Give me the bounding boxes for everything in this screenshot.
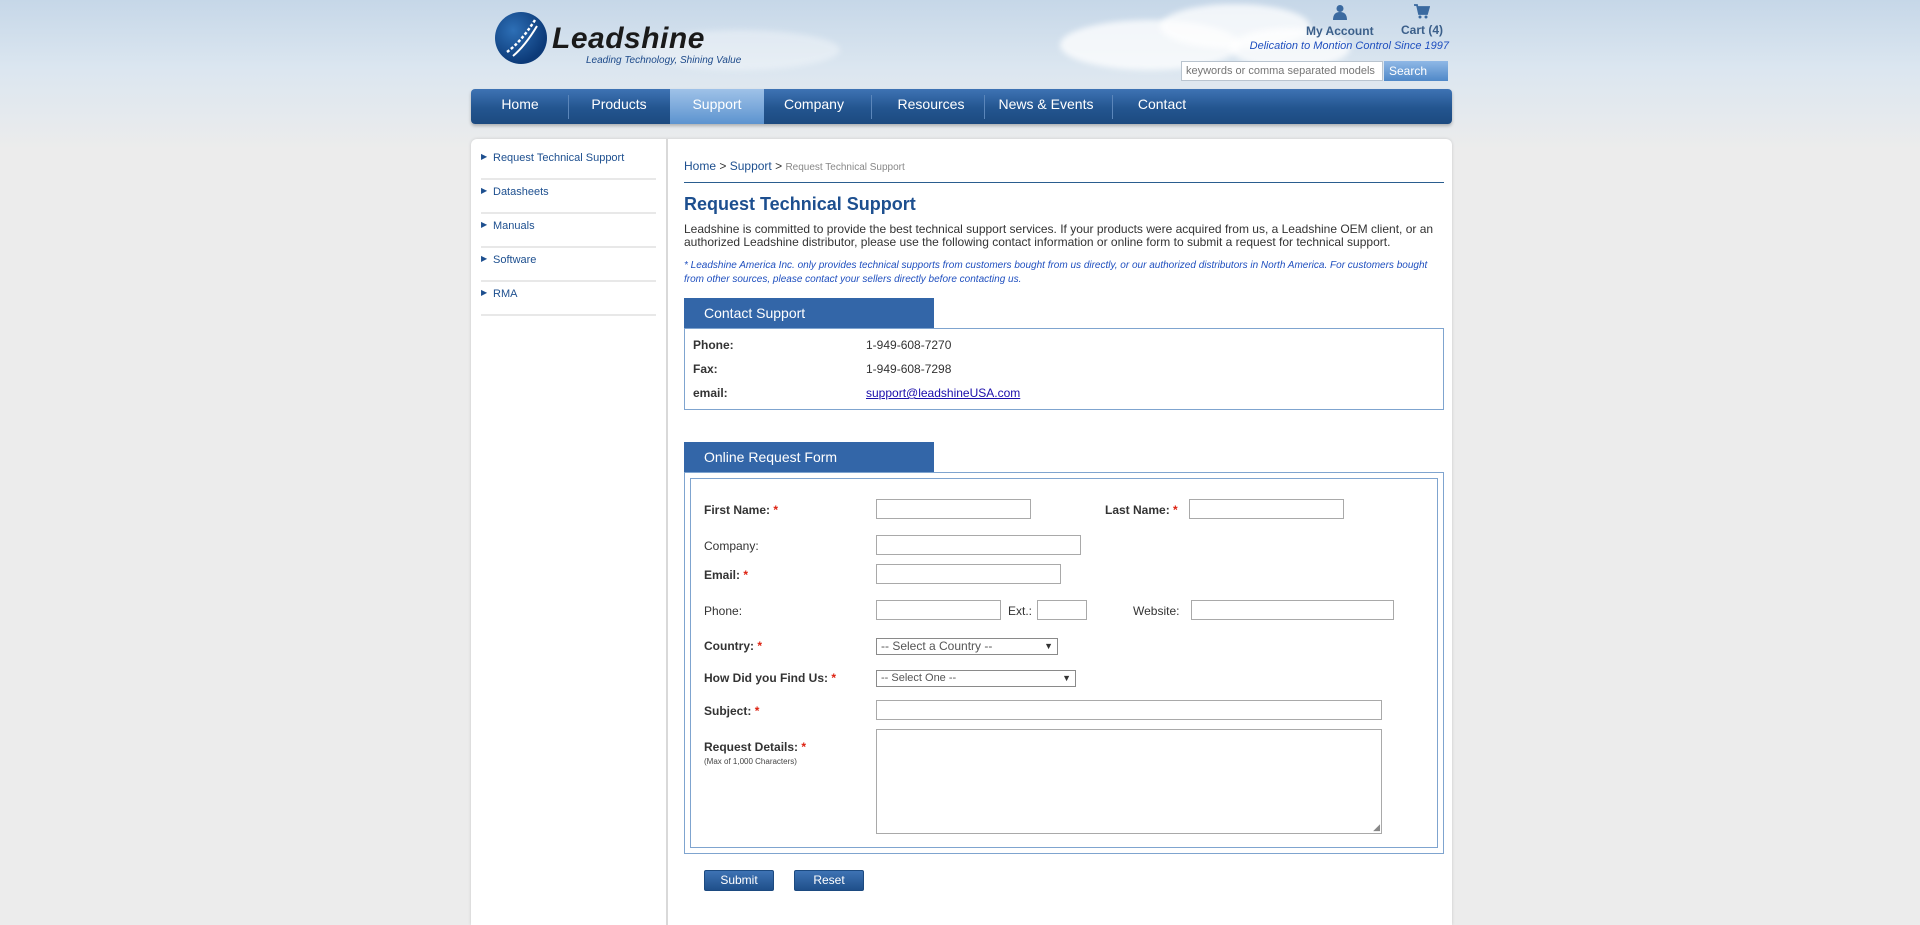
country-select[interactable]: -- Select a Country -- ▼ (876, 638, 1058, 655)
ext-label: Ext.: (1008, 604, 1033, 618)
caret-right-icon: ▶ (481, 220, 488, 229)
subject-label: Subject: * (704, 704, 760, 718)
required-marker: * (831, 671, 837, 685)
reset-button[interactable]: Reset (794, 870, 864, 891)
sidebar-item-label: Software (493, 254, 537, 266)
ext-field[interactable] (1037, 600, 1087, 620)
first-name-field[interactable] (876, 499, 1031, 519)
nav-divider (1112, 95, 1113, 119)
nav-item-company[interactable]: Company (767, 89, 861, 124)
contact-support-heading: Contact Support (684, 298, 934, 328)
find-us-label: How Did you Find Us: * (704, 671, 837, 685)
cart-label: Cart (4) (1401, 23, 1444, 37)
main-nav: Home Products Support Company Resources … (471, 89, 1452, 124)
details-label: Request Details: * (704, 740, 807, 754)
email-label: Email: * (704, 568, 749, 582)
find-us-select[interactable]: -- Select One -- ▼ (876, 670, 1076, 687)
search-button[interactable]: Search (1384, 61, 1448, 81)
distributor-note: * Leadshine America Inc. only provides t… (684, 260, 1428, 285)
breadcrumb: Home > Support > Request Technical Suppo… (684, 159, 905, 173)
site-logo[interactable]: Leadshine Leading Technology, Shining Va… (495, 12, 755, 70)
company-label: Company: (704, 539, 759, 553)
sidebar-item-software[interactable]: ▶ Software (481, 249, 656, 282)
user-icon (1306, 4, 1374, 22)
sidebar-item-label: Manuals (493, 220, 535, 232)
required-marker: * (754, 704, 760, 718)
phone-field[interactable] (876, 600, 1001, 620)
website-label: Website: (1133, 604, 1180, 618)
search-input[interactable] (1181, 61, 1383, 81)
page-wrapper: Leadshine Leading Technology, Shining Va… (471, 0, 1452, 925)
required-marker: * (743, 568, 749, 582)
nav-item-contact[interactable]: Contact (1119, 89, 1205, 124)
required-marker: * (801, 740, 807, 754)
chevron-down-icon: ▼ (1044, 641, 1053, 651)
nav-item-home[interactable]: Home (485, 89, 555, 124)
sidebar-item-request-technical-support[interactable]: ▶ Request Technical Support (481, 147, 656, 180)
cart-link[interactable]: Cart (4) (1401, 4, 1443, 37)
caret-right-icon: ▶ (481, 152, 488, 161)
details-max-note: (Max of 1,000 Characters) (704, 757, 797, 766)
submit-button[interactable]: Submit (704, 870, 774, 891)
request-details-textarea[interactable]: ◢ (876, 729, 1382, 834)
logo-tagline: Leading Technology, Shining Value (586, 55, 742, 66)
website-field[interactable] (1191, 600, 1394, 620)
required-marker: * (1173, 503, 1178, 517)
caret-right-icon: ▶ (481, 288, 488, 297)
nav-item-resources[interactable]: Resources (878, 89, 984, 124)
sidebar-item-label: RMA (493, 288, 518, 300)
nav-item-news-events[interactable]: News & Events (991, 89, 1101, 124)
my-account-label: My Account (1306, 24, 1374, 38)
phone-label: Phone: (704, 604, 743, 618)
email-label: email: (693, 386, 728, 400)
breadcrumb-separator: > (719, 159, 727, 173)
sidebar-item-rma[interactable]: ▶ RMA (481, 283, 656, 316)
email-field[interactable] (876, 564, 1061, 584)
phone-label: Phone: (693, 338, 734, 352)
support-email-link[interactable]: support@leadshineUSA.com (866, 386, 1020, 400)
last-name-label: Last Name: * (1105, 503, 1178, 517)
sidebar-item-datasheets[interactable]: ▶ Datasheets (481, 181, 656, 214)
sidebar-divider (666, 139, 668, 925)
breadcrumb-current: Request Technical Support (785, 162, 905, 173)
caret-right-icon: ▶ (481, 254, 488, 263)
request-form-box: First Name: * Last Name: * Company: Emai… (684, 472, 1444, 854)
breadcrumb-home-link[interactable]: Home (684, 159, 716, 173)
sidebar-item-manuals[interactable]: ▶ Manuals (481, 215, 656, 248)
nav-divider (984, 95, 985, 119)
chevron-down-icon: ▼ (1062, 673, 1071, 683)
nav-divider (871, 95, 872, 119)
resize-grip-icon[interactable]: ◢ (1373, 822, 1380, 833)
caret-right-icon: ▶ (481, 186, 488, 195)
intro-text: Leadshine is committed to provide the be… (684, 222, 1434, 249)
contact-support-box: Phone: 1-949-608-7270 Fax: 1-949-608-729… (684, 328, 1444, 410)
breadcrumb-divider (684, 182, 1444, 183)
nav-divider (568, 95, 569, 119)
breadcrumb-separator: > (775, 159, 783, 173)
fax-label: Fax: (693, 362, 718, 376)
first-name-label: First Name: * (704, 503, 779, 517)
my-account-link[interactable]: My Account (1306, 4, 1374, 38)
fax-value: 1-949-608-7298 (866, 362, 952, 376)
nav-item-products[interactable]: Products (575, 89, 663, 124)
country-label: Country: * (704, 639, 763, 653)
cart-icon (1401, 4, 1443, 21)
company-field[interactable] (876, 535, 1081, 555)
last-name-field[interactable] (1189, 499, 1344, 519)
nav-item-support[interactable]: Support (670, 89, 764, 124)
sidebar-item-label: Datasheets (493, 186, 549, 198)
required-marker: * (757, 639, 763, 653)
header-slogan: Delication to Montion Control Since 1997 (1249, 40, 1449, 52)
phone-value: 1-949-608-7270 (866, 338, 952, 352)
page-title: Request Technical Support (684, 194, 916, 214)
breadcrumb-support-link[interactable]: Support (730, 159, 772, 173)
logo-wordmark: Leadshine (552, 22, 705, 55)
main-panel: ▶ Request Technical Support ▶ Datasheets… (471, 139, 1452, 925)
request-form: First Name: * Last Name: * Company: Emai… (690, 478, 1438, 848)
request-form-heading: Online Request Form (684, 442, 934, 472)
sidebar-item-label: Request Technical Support (493, 152, 625, 164)
logo-emblem-icon (495, 12, 547, 64)
required-marker: * (773, 503, 779, 517)
subject-field[interactable] (876, 700, 1382, 720)
